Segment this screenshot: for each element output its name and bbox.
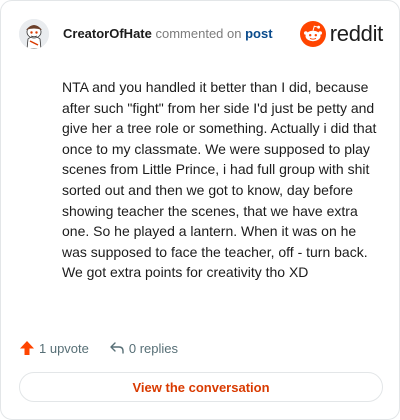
comment-header: CreatorOfHate commented on post reddit [19, 19, 383, 49]
reddit-logo[interactable]: reddit [299, 20, 384, 48]
byline: CreatorOfHate commented on post [63, 26, 273, 42]
replies-button[interactable]: 0 replies [109, 340, 178, 356]
reddit-snoo-icon [299, 21, 326, 47]
upvote-arrow-icon [20, 341, 34, 355]
comment-embed-card: CreatorOfHate commented on post reddit N… [0, 0, 400, 420]
reply-arrow-icon [110, 342, 124, 354]
upvote-count: 1 upvote [39, 340, 89, 356]
view-conversation-button[interactable]: View the conversation [19, 372, 383, 402]
comment-body: NTA and you handled it better than I did… [62, 79, 377, 281]
reddit-wordmark: reddit [329, 21, 384, 46]
commented-on-text: commented on [155, 26, 242, 41]
post-link[interactable]: post [245, 26, 272, 41]
avatar[interactable] [19, 19, 49, 49]
replies-count: 0 replies [128, 340, 179, 356]
upvote-button[interactable]: 1 upvote [19, 340, 89, 356]
comment-actions: 1 upvote 0 replies [19, 337, 178, 359]
username-link[interactable]: CreatorOfHate [63, 26, 152, 41]
snoo-avatar-icon [19, 19, 49, 49]
